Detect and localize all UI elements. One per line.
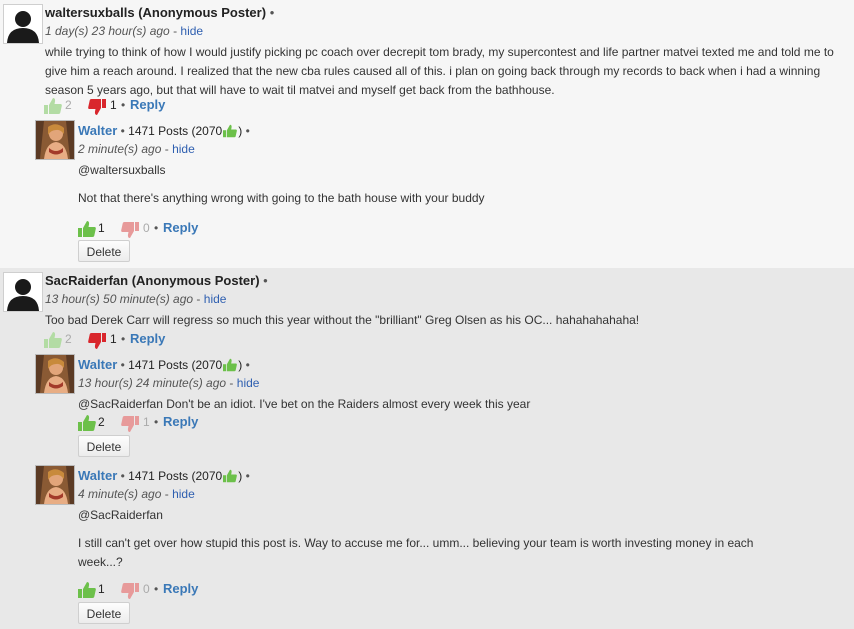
post-count: 1471 Posts (2070	[128, 358, 223, 372]
author-name: SacRaiderfan (Anonymous Poster)	[45, 273, 260, 288]
reply-link[interactable]: Reply	[130, 331, 165, 346]
silhouette-avatar-icon[interactable]	[3, 4, 43, 44]
thumbs-up-icon	[222, 358, 238, 372]
delete-button[interactable]: Delete	[78, 602, 130, 624]
upvote-count: 1	[98, 582, 105, 596]
upvote-count: 2	[98, 415, 105, 429]
thumbs-up-icon	[222, 469, 238, 483]
author-name-link[interactable]: Walter	[78, 123, 117, 138]
reply-link[interactable]: Reply	[163, 414, 198, 429]
hide-link[interactable]: hide	[172, 487, 195, 501]
thumbs-down-icon[interactable]	[120, 415, 140, 433]
reply-body: Not that there's anything wrong with goi…	[78, 191, 485, 205]
comment-thread: SacRaiderfan (Anonymous Poster) • 13 hou…	[0, 268, 854, 629]
reply-mention: @SacRaiderfan	[78, 508, 163, 522]
comment-body: while trying to think of how I would jus…	[45, 45, 834, 97]
downvote-count: 1	[143, 415, 150, 429]
delete-button[interactable]: Delete	[78, 240, 130, 262]
comment-header: waltersuxballs (Anonymous Poster) •	[45, 5, 275, 20]
timestamp: 2 minute(s) ago	[78, 142, 162, 156]
timestamp: 13 hour(s) 50 minute(s) ago	[45, 292, 194, 306]
timestamp: 1 day(s) 23 hour(s) ago	[45, 24, 170, 38]
delete-button[interactable]: Delete	[78, 435, 130, 457]
silhouette-avatar-icon[interactable]	[3, 272, 43, 312]
hide-link[interactable]: hide	[180, 24, 203, 38]
thumbs-up-icon[interactable]	[77, 220, 97, 238]
thumbs-down-icon[interactable]	[87, 332, 107, 350]
user-photo-avatar[interactable]	[35, 120, 75, 160]
reply-body: @SacRaiderfan Don't be an idiot. I've be…	[78, 397, 531, 411]
thumbs-down-icon[interactable]	[120, 582, 140, 600]
downvote-count: 0	[143, 221, 150, 235]
post-count: 1471 Posts (2070	[128, 124, 223, 138]
comment-body: Too bad Derek Carr will regress so much …	[45, 313, 640, 327]
upvote-count: 2	[65, 332, 72, 346]
comment-meta: 13 hour(s) 50 minute(s) ago - hide	[45, 292, 227, 306]
reply-meta: 13 hour(s) 24 minute(s) ago - hide	[78, 376, 260, 390]
reply-mention: @waltersuxballs	[78, 163, 166, 177]
reply-link[interactable]: Reply	[163, 220, 198, 235]
thumbs-up-icon[interactable]	[43, 331, 63, 349]
reply-header: Walter • 1471 Posts (2070) •	[78, 357, 250, 372]
post-count: 1471 Posts (2070	[128, 469, 223, 483]
reply-meta: 2 minute(s) ago - hide	[78, 142, 195, 156]
thumbs-up-icon	[222, 124, 238, 138]
reply-meta: 4 minute(s) ago - hide	[78, 487, 195, 501]
comment-header: SacRaiderfan (Anonymous Poster) •	[45, 273, 268, 288]
reply-header: Walter • 1471 Posts (2070) •	[78, 468, 250, 483]
thumbs-up-icon[interactable]	[43, 97, 63, 115]
hide-link[interactable]: hide	[204, 292, 227, 306]
author-name-link[interactable]: Walter	[78, 357, 117, 372]
user-photo-avatar[interactable]	[35, 354, 75, 394]
comment-meta: 1 day(s) 23 hour(s) ago - hide	[45, 24, 204, 38]
author-name-link[interactable]: Walter	[78, 468, 117, 483]
upvote-count: 1	[98, 221, 105, 235]
thumbs-up-icon[interactable]	[77, 581, 97, 599]
timestamp: 4 minute(s) ago	[78, 487, 162, 501]
upvote-count: 2	[65, 98, 72, 112]
thumbs-up-icon[interactable]	[77, 414, 97, 432]
downvote-count: 1	[110, 98, 117, 112]
downvote-count: 1	[110, 332, 117, 346]
thumbs-down-icon[interactable]	[120, 221, 140, 239]
reply-link[interactable]: Reply	[130, 97, 165, 112]
thumbs-down-icon[interactable]	[87, 98, 107, 116]
hide-link[interactable]: hide	[172, 142, 195, 156]
reply-header: Walter • 1471 Posts (2070) •	[78, 123, 250, 138]
hide-link[interactable]: hide	[237, 376, 260, 390]
user-photo-avatar[interactable]	[35, 465, 75, 505]
timestamp: 13 hour(s) 24 minute(s) ago	[78, 376, 227, 390]
downvote-count: 0	[143, 582, 150, 596]
comment-thread: waltersuxballs (Anonymous Poster) • 1 da…	[0, 0, 854, 268]
author-name: waltersuxballs (Anonymous Poster)	[45, 5, 267, 20]
reply-link[interactable]: Reply	[163, 581, 198, 596]
reply-body: I still can't get over how stupid this p…	[78, 536, 754, 569]
